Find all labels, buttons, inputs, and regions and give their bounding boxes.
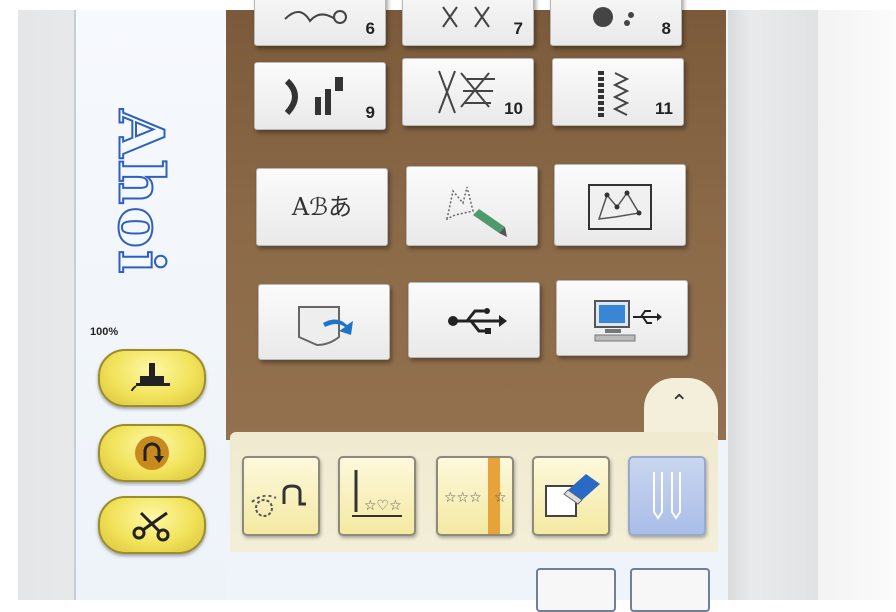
category-button-6[interactable]: 6 [254, 0, 386, 46]
twin-needle-icon [653, 472, 681, 520]
start-point-icon [251, 484, 306, 517]
svg-text:☆♡☆: ☆♡☆ [364, 498, 402, 514]
computer-usb-icon [594, 300, 662, 342]
category-button-8[interactable]: 8 [550, 0, 682, 46]
computer-usb-button[interactable] [556, 280, 688, 356]
eraser-icon [545, 474, 600, 517]
bezel-far [818, 10, 896, 600]
usb-icon [448, 308, 507, 334]
my-custom-stitch-icon [445, 186, 507, 237]
usb-button[interactable] [408, 282, 540, 358]
preview-text: Ahoi [104, 108, 179, 276]
needle-pattern-button[interactable]: ☆♡☆ [338, 456, 416, 536]
scissors-icon [132, 511, 170, 542]
pattern-select-button[interactable]: ☆☆☆ ☆ [436, 456, 514, 536]
category-button-10[interactable]: 10 [402, 58, 534, 126]
bottom-button-2[interactable] [630, 568, 710, 612]
my-custom-stitch-button[interactable] [406, 166, 538, 246]
machine-memory-icon [298, 306, 353, 347]
pattern-select-icon: ☆☆☆ ☆ [444, 458, 507, 534]
svg-text:☆☆☆: ☆☆☆ [444, 490, 482, 506]
eraser-button[interactable] [532, 456, 610, 536]
chevron-double-up-icon: ⌃ [670, 390, 689, 415]
bottom-button-1[interactable] [536, 568, 616, 612]
twin-needle-button[interactable] [628, 456, 706, 536]
category-button-7[interactable]: 7 [402, 0, 534, 46]
pattern-preview: Ahoi [96, 66, 186, 318]
thread-cutter-button[interactable] [98, 496, 206, 554]
needle-pattern-icon: ☆♡☆ [352, 470, 402, 517]
start-point-button[interactable] [242, 456, 320, 536]
machine-memory-button[interactable] [258, 284, 390, 360]
stitch-design-button[interactable] [554, 164, 686, 246]
presser-foot-icon [131, 363, 170, 392]
character-fonts-button[interactable]: Aℬあ [256, 168, 388, 246]
svg-text:☆: ☆ [494, 490, 507, 506]
reverse-stitch-button[interactable] [98, 424, 206, 482]
collapse-toolbar-button[interactable]: ⌃ [644, 378, 718, 436]
zoom-label: 100% [90, 326, 119, 338]
stitch-design-icon [588, 184, 652, 230]
reverse-stitch-icon [135, 436, 169, 470]
character-fonts-icon: Aℬあ [291, 193, 353, 221]
category-button-9[interactable]: 9 [254, 62, 386, 130]
bezel-right [720, 10, 820, 600]
presser-foot-button[interactable] [98, 349, 206, 407]
category-button-11[interactable]: 11 [552, 58, 684, 126]
